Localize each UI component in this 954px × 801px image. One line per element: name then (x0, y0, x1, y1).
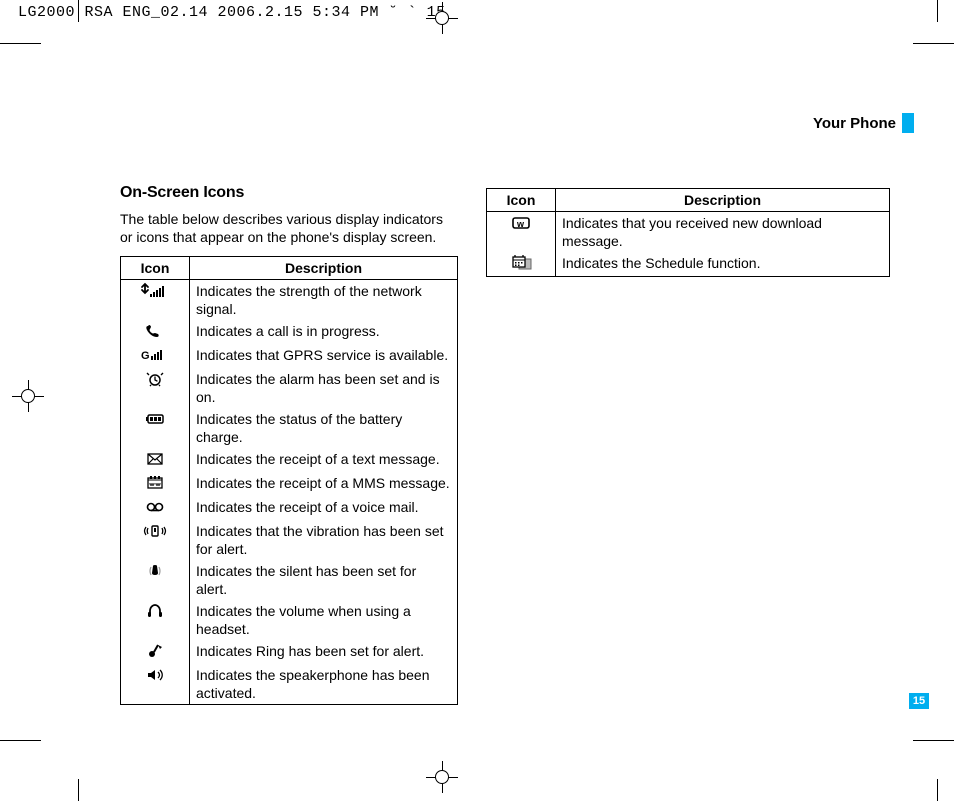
call-in-progress-icon (139, 323, 171, 339)
desc: Indicates the alarm has been set and is … (190, 368, 458, 408)
table-row: Indicates the receipt of a text message. (121, 448, 458, 472)
intro-text: The table below describes various displa… (120, 210, 458, 246)
crop-mark (0, 740, 41, 741)
registration-mark (426, 2, 458, 34)
table-row: Indicates that the vibration has been se… (121, 520, 458, 560)
page-number: 15 (909, 693, 929, 709)
table-row: Indicates the Schedule function. (487, 252, 890, 277)
crop-mark (78, 779, 79, 801)
text-message-icon (139, 451, 171, 467)
desc: Indicates that the vibration has been se… (190, 520, 458, 560)
section-title: Your Phone (813, 115, 896, 132)
desc: Indicates the volume when using a headse… (190, 600, 458, 640)
schedule-icon (505, 255, 537, 271)
table-row: G Indicates that GPRS service is availab… (121, 344, 458, 368)
table-row: Indicates the status of the battery char… (121, 408, 458, 448)
alarm-icon (139, 371, 171, 387)
registration-mark (426, 761, 458, 793)
th-description: Description (556, 189, 890, 212)
download-message-icon: w (505, 215, 537, 231)
icons-table-right: Icon Description w Indicates that you re… (486, 188, 890, 277)
table-row: Indicates the silent has been set for al… (121, 560, 458, 600)
th-description: Description (190, 257, 458, 280)
desc: Indicates the status of the battery char… (190, 408, 458, 448)
left-column: On-Screen Icons The table below describe… (120, 184, 458, 705)
th-icon: Icon (487, 189, 556, 212)
signal-strength-icon (139, 283, 171, 299)
gprs-icon: G (139, 347, 171, 363)
right-column: Icon Description w Indicates that you re… (486, 188, 890, 277)
table-row: Indicates Ring has been set for alert. (121, 640, 458, 664)
speakerphone-icon (139, 667, 171, 683)
desc: Indicates that you received new download… (556, 212, 890, 253)
crop-mark (78, 0, 79, 22)
desc: Indicates the speakerphone has been acti… (190, 664, 458, 705)
heading-on-screen-icons: On-Screen Icons (120, 184, 458, 202)
desc: Indicates the receipt of a MMS message. (190, 472, 458, 496)
th-icon: Icon (121, 257, 190, 280)
crop-mark (937, 779, 938, 801)
desc: Indicates Ring has been set for alert. (190, 640, 458, 664)
desc: Indicates the receipt of a voice mail. (190, 496, 458, 520)
crop-mark (913, 740, 954, 741)
section-header: Your Phone (813, 113, 914, 133)
headset-icon (139, 603, 171, 619)
silent-icon (139, 563, 171, 579)
print-header: LG2000 RSA ENG_02.14 2006.2.15 5:34 PM ˘… (18, 4, 446, 21)
crop-mark (937, 0, 938, 22)
table-row: Indicates the speakerphone has been acti… (121, 664, 458, 705)
vibrate-icon (139, 523, 171, 539)
table-row: Indicates the volume when using a headse… (121, 600, 458, 640)
desc: Indicates the silent has been set for al… (190, 560, 458, 600)
mms-message-icon (139, 475, 171, 491)
voicemail-icon (139, 499, 171, 515)
table-row: Indicates the receipt of a voice mail. (121, 496, 458, 520)
table-row: w Indicates that you received new downlo… (487, 212, 890, 253)
desc: Indicates the Schedule function. (556, 252, 890, 277)
section-marker (902, 113, 914, 133)
crop-mark (913, 43, 954, 44)
table-row: Indicates the alarm has been set and is … (121, 368, 458, 408)
battery-icon (139, 411, 171, 427)
table-row: Indicates the strength of the network si… (121, 280, 458, 321)
svg-text:w: w (516, 219, 525, 229)
crop-mark (0, 43, 41, 44)
icons-table-left: Icon Description Indicates the strength … (120, 256, 458, 705)
desc: Indicates the receipt of a text message. (190, 448, 458, 472)
ring-icon (139, 643, 171, 659)
svg-text:G: G (141, 350, 150, 362)
table-row: Indicates a call is in progress. (121, 320, 458, 344)
table-row: Indicates the receipt of a MMS message. (121, 472, 458, 496)
desc: Indicates a call is in progress. (190, 320, 458, 344)
desc: Indicates that GPRS service is available… (190, 344, 458, 368)
registration-mark (12, 380, 44, 412)
desc: Indicates the strength of the network si… (190, 280, 458, 321)
